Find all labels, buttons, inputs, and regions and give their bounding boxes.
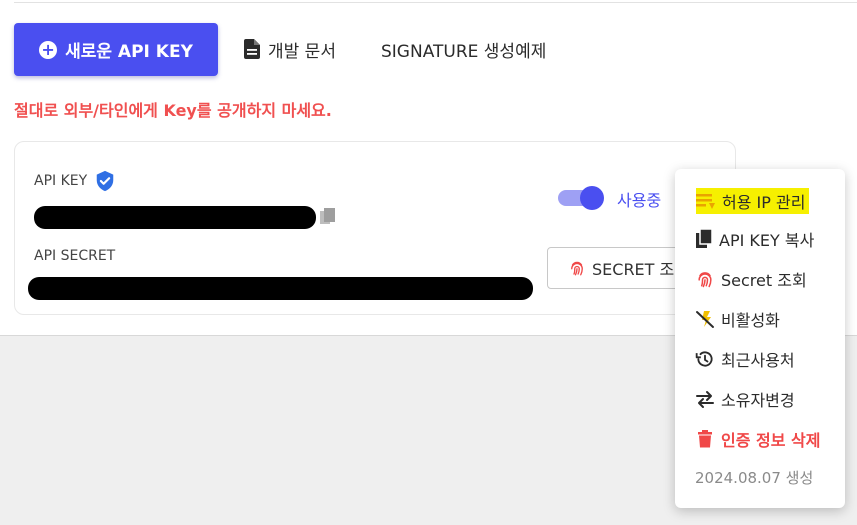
signature-example-link[interactable]: SIGNATURE 생성예제 xyxy=(381,36,546,62)
dev-docs-link[interactable]: 개발 문서 xyxy=(244,36,336,62)
verified-badge-icon xyxy=(96,170,114,192)
dev-docs-label: 개발 문서 xyxy=(268,41,336,62)
plus-circle-icon: + xyxy=(39,40,58,59)
top-divider xyxy=(14,2,857,3)
redacted-api-secret xyxy=(28,277,533,300)
menu-item-view-secret[interactable]: Secret 조회 xyxy=(695,266,807,292)
history-icon xyxy=(695,351,713,367)
created-date: 2024.08.07 생성 xyxy=(695,469,814,487)
new-api-key-button[interactable]: + 새로운 API KEY xyxy=(14,23,218,76)
api-key-label: API KEY xyxy=(34,173,88,189)
menu-label-change-owner: 소유자변경 xyxy=(721,391,795,410)
copy-icon xyxy=(696,229,713,248)
context-menu: 허용 IP 관리 API KEY 복사 Secret 조회 비활성화 최근사용처… xyxy=(675,169,845,508)
fingerprint-icon xyxy=(698,272,712,288)
toggle-knob xyxy=(580,186,604,210)
swap-icon xyxy=(696,391,714,408)
trash-icon xyxy=(698,430,712,448)
menu-label-delete-credentials: 인증 정보 삭제 xyxy=(721,431,821,450)
menu-item-recent-usage[interactable]: 최근사용처 xyxy=(695,346,795,372)
menu-label-allowed-ip: 허용 IP 관리 xyxy=(722,193,806,212)
api-key-heading: API KEY xyxy=(34,170,116,192)
menu-label-disable: 비활성화 xyxy=(721,311,780,330)
api-secret-label: API SECRET xyxy=(34,248,116,264)
redacted-api-key xyxy=(34,206,316,229)
menu-item-change-owner[interactable]: 소유자변경 xyxy=(695,386,795,412)
menu-label-recent-usage: 최근사용처 xyxy=(721,351,795,370)
status-label: 사용중 xyxy=(617,191,662,210)
signature-example-label: SIGNATURE 생성예제 xyxy=(381,41,547,62)
fingerprint-icon xyxy=(571,261,583,276)
menu-label-view-secret: Secret 조회 xyxy=(721,271,807,290)
copy-icon[interactable] xyxy=(320,208,336,226)
new-api-key-label: 새로운 API KEY xyxy=(65,42,193,62)
menu-item-copy-key[interactable]: API KEY 복사 xyxy=(695,226,814,252)
disable-icon xyxy=(696,311,714,328)
menu-item-allowed-ip[interactable]: 허용 IP 관리 xyxy=(696,188,810,214)
api-key-page: + 새로운 API KEY 개발 문서 SIGNATURE 생성예제 절대로 외… xyxy=(0,0,857,525)
menu-item-disable[interactable]: 비활성화 xyxy=(695,306,780,332)
menu-item-delete-credentials[interactable]: 인증 정보 삭제 xyxy=(695,426,820,452)
ip-list-icon xyxy=(696,194,715,209)
status-toggle[interactable] xyxy=(558,186,606,210)
menu-label-copy-key: API KEY 복사 xyxy=(719,231,815,250)
document-icon xyxy=(244,39,260,59)
security-warning: 절대로 외부/타인에게 Key를 공개하지 마세요. xyxy=(14,101,332,120)
